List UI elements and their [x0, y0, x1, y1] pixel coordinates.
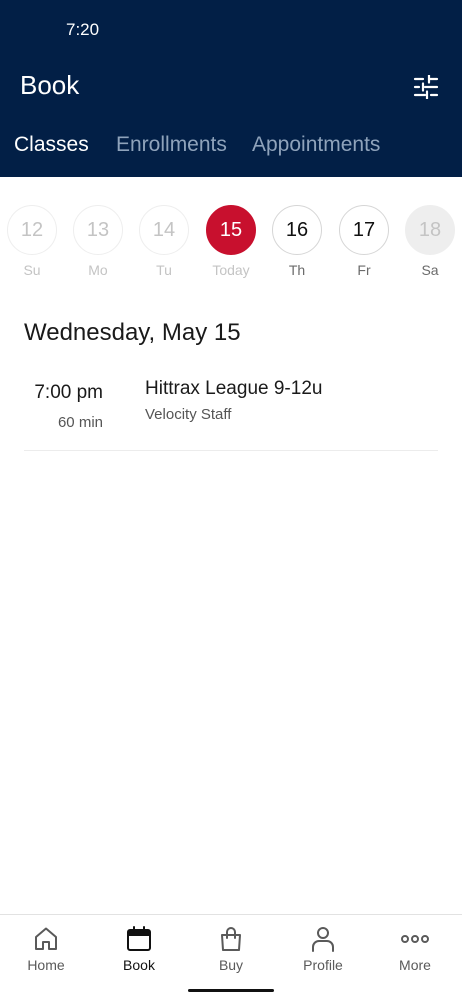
tab-enrollments[interactable]: Enrollments [116, 133, 227, 157]
day-number: 17 [339, 205, 389, 255]
more-dots-icon [401, 935, 429, 943]
calendar-icon [127, 926, 151, 951]
day-label: Today [212, 262, 250, 278]
day-tuesday[interactable]: 14 Tu [138, 204, 192, 284]
sliders-icon[interactable] [413, 75, 439, 99]
nav-label: Home [27, 957, 65, 973]
day-saturday[interactable]: 18 Sa [404, 204, 458, 284]
day-label: Tu [156, 262, 172, 278]
class-name: Hittrax League 9-12u [145, 378, 323, 399]
schedule-date-heading: Wednesday, May 15 [24, 319, 241, 346]
nav-more[interactable]: More [369, 915, 461, 985]
week-date-picker: 12 Su 13 Mo 14 Tu 15 Today 16 Th 17 Fr 1… [0, 204, 462, 284]
day-number: 12 [7, 205, 57, 255]
person-icon [312, 927, 334, 952]
tab-appointments[interactable]: Appointments [252, 133, 380, 157]
day-monday[interactable]: 13 Mo [72, 204, 126, 284]
bottom-nav: Home Book Buy Profile More [0, 914, 462, 1000]
day-number: 15 [206, 205, 256, 255]
class-duration: 60 min [57, 414, 103, 431]
class-staff: Velocity Staff [145, 406, 232, 423]
nav-label: Book [123, 957, 155, 973]
home-icon [35, 927, 57, 950]
day-number: 13 [73, 205, 123, 255]
tab-classes[interactable]: Classes [14, 133, 89, 157]
class-list-item[interactable]: 7:00 pm 60 min Hittrax League 9-12u Velo… [24, 368, 438, 451]
day-label: Fr [357, 262, 371, 278]
day-sunday[interactable]: 12 Su [6, 204, 60, 284]
nav-label: Profile [303, 957, 343, 973]
day-label: Mo [88, 262, 108, 278]
day-number: 18 [405, 205, 455, 255]
status-bar-time: 7:20 [66, 20, 100, 39]
app-header: 7:20 Book Classes Enrollments Appointmen… [0, 0, 462, 177]
page-title: Book [20, 70, 80, 100]
tab-bar: Classes Enrollments Appointments [0, 133, 462, 163]
day-number: 16 [272, 205, 322, 255]
day-label: Sa [421, 262, 439, 278]
nav-book[interactable]: Book [93, 915, 185, 985]
day-label: Su [23, 262, 41, 278]
nav-profile[interactable]: Profile [277, 915, 369, 985]
nav-buy[interactable]: Buy [185, 915, 277, 985]
day-today[interactable]: 15 Today [205, 204, 259, 284]
day-number: 14 [139, 205, 189, 255]
home-indicator[interactable] [188, 989, 274, 992]
nav-label: More [399, 957, 431, 973]
nav-home[interactable]: Home [0, 915, 92, 985]
day-label: Th [288, 262, 306, 278]
class-time: 7:00 pm [34, 382, 103, 403]
day-friday[interactable]: 17 Fr [338, 204, 392, 284]
nav-label: Buy [218, 957, 244, 973]
book-screen: 7:20 Book Classes Enrollments Appointmen… [0, 0, 462, 1000]
shopping-bag-icon [221, 927, 241, 951]
day-thursday[interactable]: 16 Th [271, 204, 325, 284]
